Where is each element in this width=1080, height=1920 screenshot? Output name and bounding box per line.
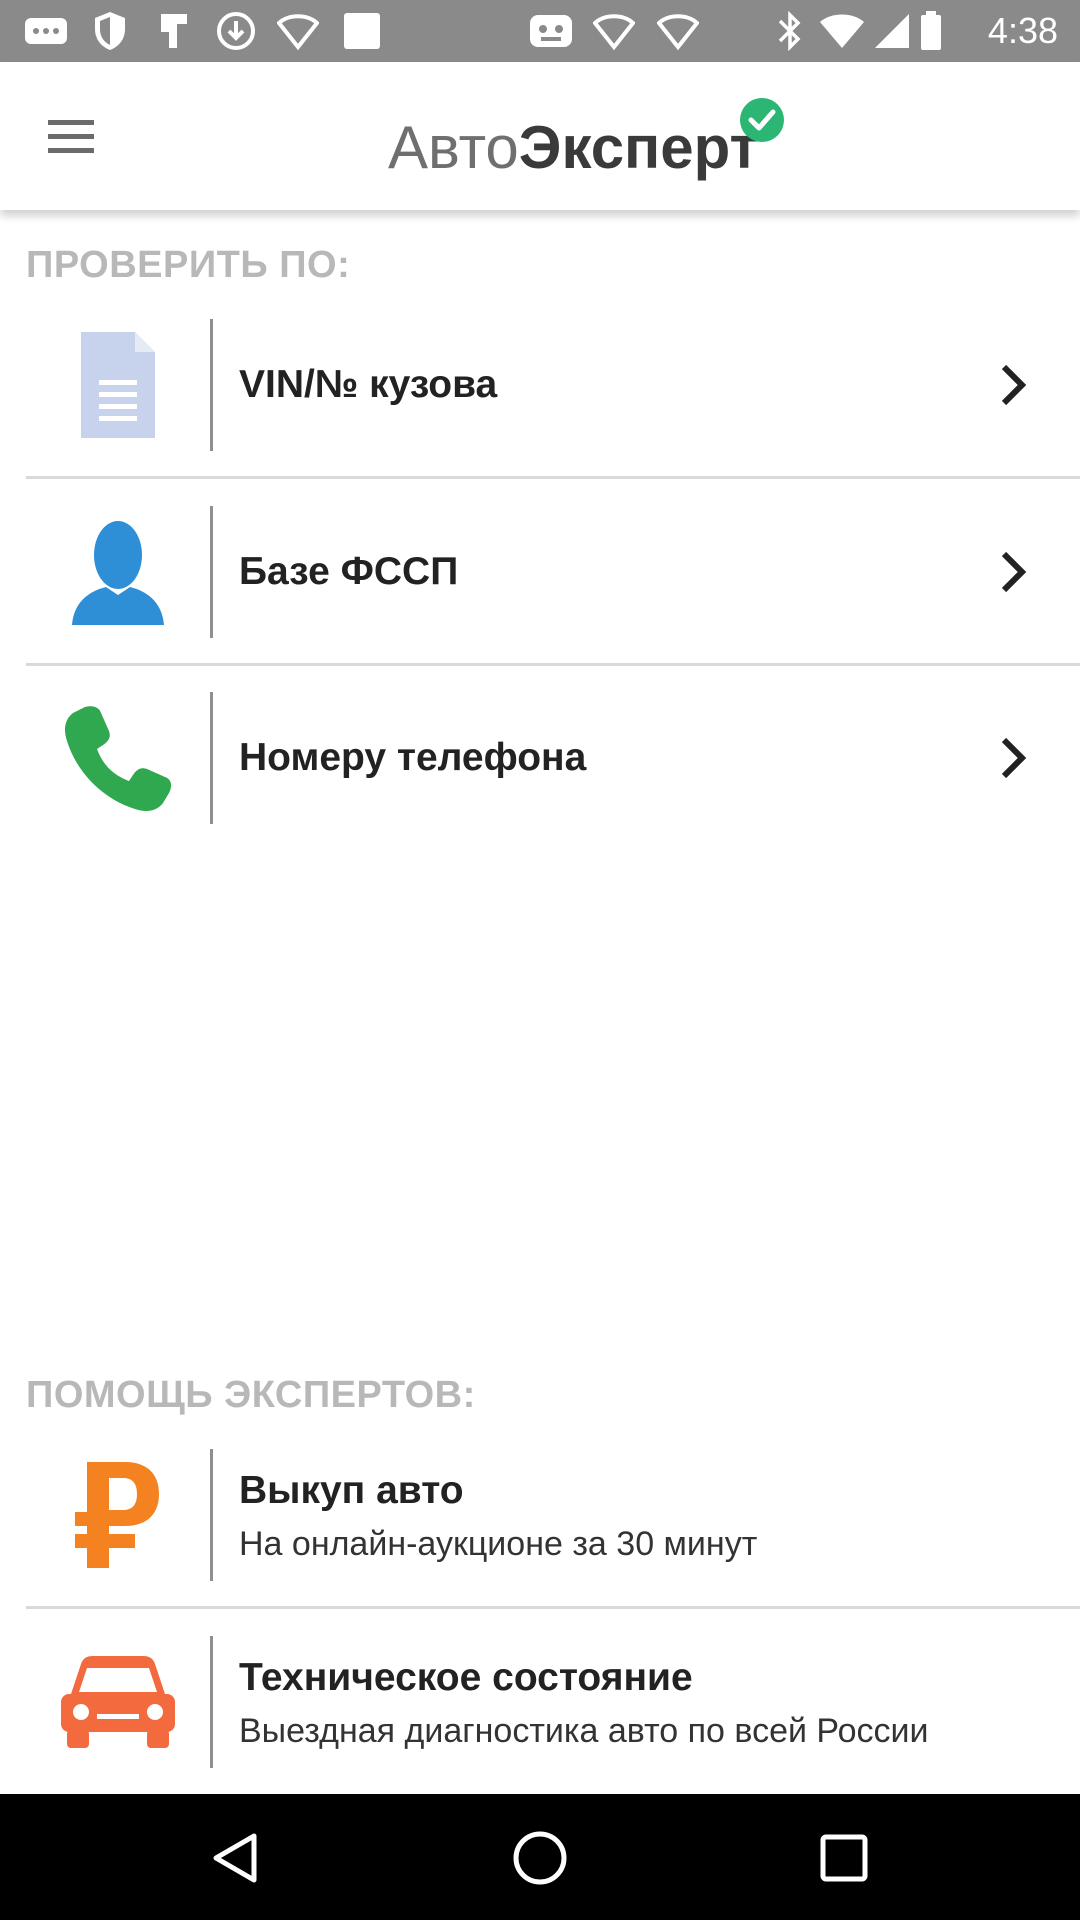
more-dots-icon (24, 10, 68, 52)
battery-icon (918, 10, 944, 52)
status-time: 4:38 (987, 10, 1058, 51)
shield-icon (90, 10, 130, 52)
check-section-title: ПРОВЕРИТЬ ПО: (26, 244, 351, 286)
hamburger-menu-icon[interactable] (44, 116, 100, 156)
car-icon (26, 1636, 210, 1768)
check-badge-icon (740, 98, 784, 142)
chevron-right-icon (992, 736, 1032, 780)
wifi-icon (276, 10, 320, 52)
wifi-signal-icon (818, 10, 866, 52)
check-item-vin[interactable]: VIN/№ кузова (26, 319, 1080, 451)
document-icon (26, 319, 210, 451)
home-icon[interactable] (510, 1828, 570, 1888)
flash-icon (154, 10, 194, 52)
app-title-bold: Эксперт (518, 113, 759, 181)
navigation-bar (0, 1794, 1080, 1920)
row-divider (210, 1449, 213, 1581)
expert-item-buyout[interactable]: Выкуп авто На онлайн-аукционе за 30 мину… (26, 1449, 1080, 1581)
expert-item-subtitle: Выездная диагностика авто по всей России (239, 1712, 929, 1750)
ruble-icon (26, 1449, 210, 1581)
recents-icon[interactable] (814, 1828, 874, 1888)
wifi-icon (656, 10, 700, 52)
check-item-label: VIN/№ кузова (239, 363, 498, 406)
check-item-fssp[interactable]: Базе ФССП (26, 506, 1080, 638)
check-item-label: Номеру телефона (239, 736, 587, 779)
row-divider (210, 319, 213, 451)
app-bar: Авто Эксперт (0, 62, 1080, 210)
chevron-right-icon (992, 363, 1032, 407)
row-divider (210, 1636, 213, 1768)
check-item-label: Базе ФССП (239, 550, 459, 593)
row-divider (210, 692, 213, 824)
row-divider (26, 663, 1080, 666)
chevron-right-icon (992, 550, 1032, 594)
phone-icon (26, 692, 210, 824)
app-title-light: Авто (388, 113, 519, 181)
app-title: Авто Эксперт (388, 102, 759, 192)
check-item-phone[interactable]: Номеру телефона (26, 692, 1080, 824)
row-divider (210, 506, 213, 638)
person-icon (26, 506, 210, 638)
blank-square-icon (340, 10, 384, 52)
back-icon[interactable] (206, 1828, 266, 1888)
expert-item-subtitle: На онлайн-аукционе за 30 минут (239, 1525, 758, 1563)
signal-icon (872, 10, 912, 52)
download-icon (214, 10, 258, 52)
row-divider (26, 1606, 1080, 1609)
status-bar: 4:38 (0, 0, 1080, 62)
expert-item-tech-state[interactable]: Техническое состояние Выездная диагности… (26, 1636, 1080, 1768)
experts-section-title: ПОМОЩЬ ЭКСПЕРТОВ: (26, 1374, 476, 1416)
row-divider (26, 476, 1080, 479)
wifi-icon (592, 10, 636, 52)
game-icon (528, 10, 574, 52)
bluetooth-icon (772, 10, 808, 52)
